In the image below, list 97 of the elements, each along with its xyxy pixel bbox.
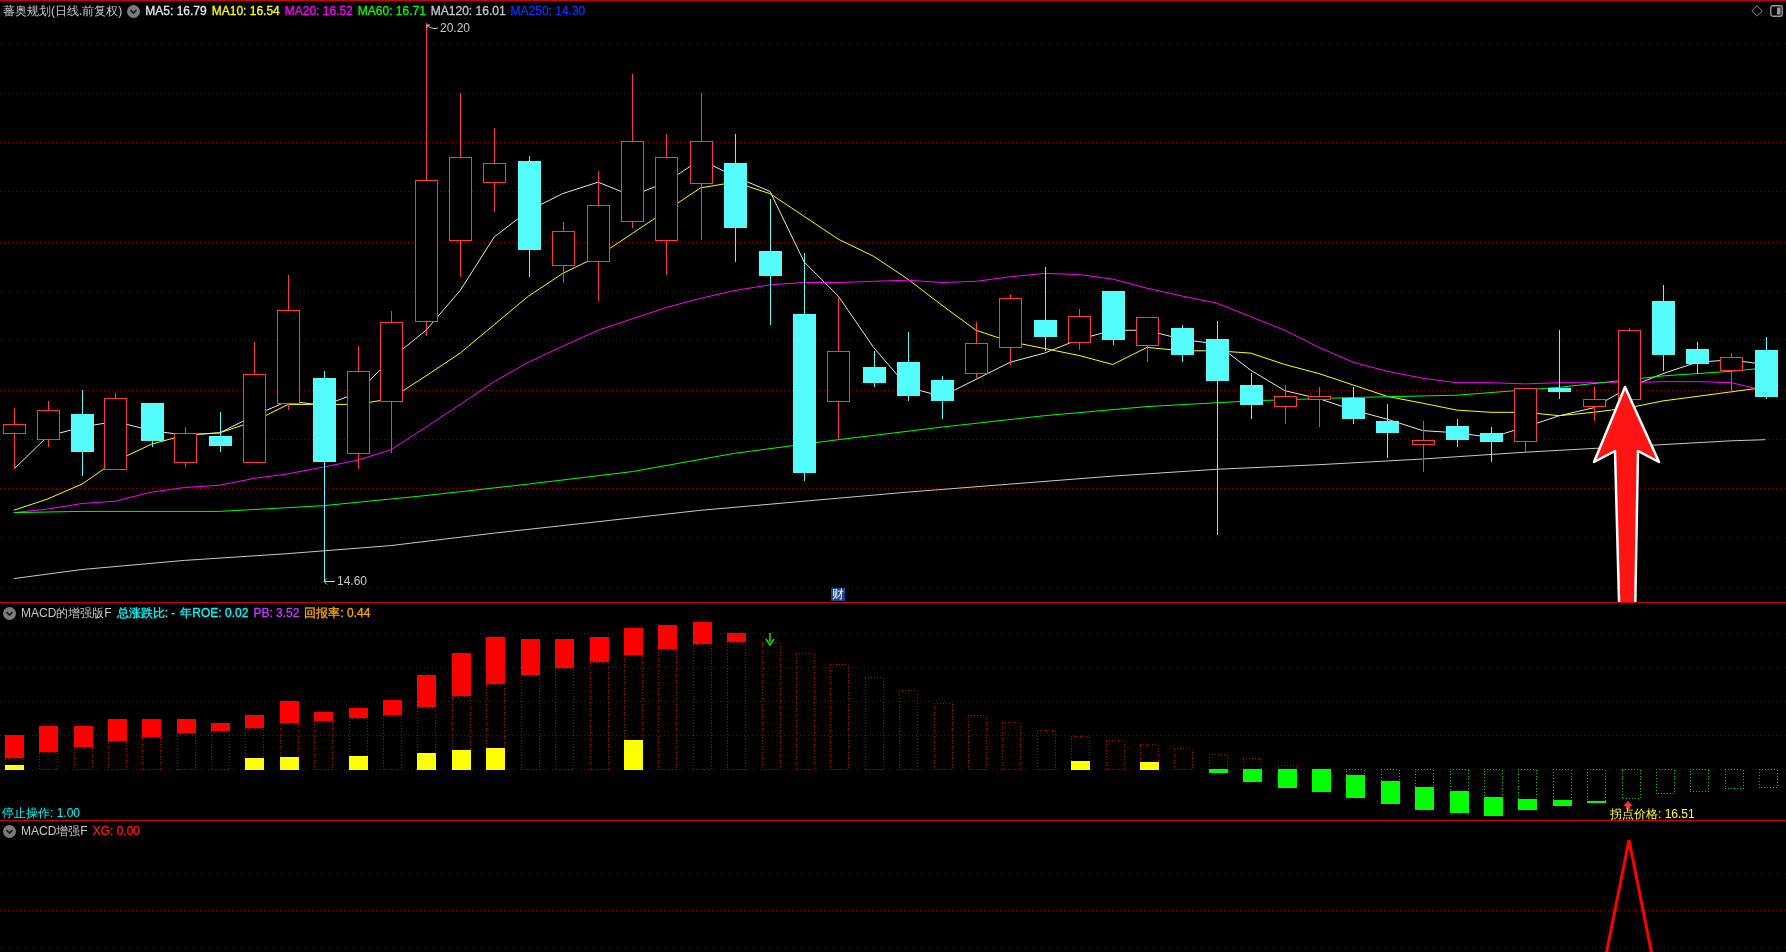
high-price-label: 20.20 (440, 21, 471, 35)
macd-bar (1242, 758, 1262, 782)
indicator-reading: 总涨跌比: - (116, 605, 176, 622)
moving-average-reading: MA60: 16.71 (357, 3, 426, 20)
macd-bar (967, 715, 987, 770)
candlestick (999, 293, 1022, 365)
indicator-bar (4, 765, 24, 770)
macd-bar (1724, 769, 1744, 789)
candlestick (1446, 418, 1469, 447)
macd-bar (210, 723, 230, 770)
indicator-reading: 回报率: 0.44 (304, 605, 371, 622)
down-arrow-icon (765, 632, 775, 647)
indicator-bar (348, 756, 368, 770)
macd-bar (382, 700, 402, 770)
macd-bar (1277, 765, 1297, 788)
macd-bar (1621, 769, 1641, 799)
candlestick (1342, 386, 1365, 425)
candlestick (1583, 386, 1606, 422)
indicator-bar (1070, 761, 1090, 770)
indicator-title: MACD增强F (21, 823, 88, 840)
indicator-bar (485, 748, 505, 770)
macd-bar (38, 726, 58, 770)
macd-bar (1173, 748, 1193, 770)
candlestick (1755, 336, 1778, 400)
candlestick (1412, 420, 1435, 473)
indicator-reading: PB: 3.52 (253, 605, 300, 622)
chevron-down-icon[interactable] (3, 606, 16, 620)
macd-bar (107, 719, 127, 770)
diamond-icon[interactable] (1751, 5, 1763, 17)
macd-bar (933, 703, 953, 770)
macd-bar (1758, 769, 1778, 788)
macd-bar (73, 726, 93, 770)
macd-bar (1345, 769, 1365, 798)
moving-average-reading: MA10: 16.54 (211, 3, 280, 20)
candlestick (1068, 308, 1091, 351)
macd-bar (1001, 722, 1021, 770)
candlestick (897, 331, 920, 402)
moving-average-reading: MA5: 16.79 (145, 3, 207, 20)
pivot-price-label: 拐点价格: 16.51 (1610, 806, 1695, 822)
up-arrow-icon (1623, 801, 1633, 809)
candlestick (1720, 352, 1743, 394)
macd-bar (1483, 769, 1503, 816)
candlestick (1274, 384, 1297, 425)
candlestick (1548, 329, 1571, 400)
candlestick (1376, 403, 1399, 459)
candlestick (1480, 426, 1503, 463)
moving-average-reading: MA120: 16.01 (430, 3, 506, 20)
candlestick (1308, 386, 1331, 428)
macd-bar (1311, 769, 1331, 792)
macd-bar (1105, 740, 1125, 770)
chart-title: 蕃奥规划(日线.前复权) (3, 3, 123, 20)
stop-operation-label: 停止操作: 1.00 (2, 805, 81, 821)
candlestick (174, 426, 197, 468)
macd-bar (1586, 769, 1606, 803)
low-price-label: 14.60 (337, 574, 368, 588)
candlestick (965, 321, 988, 379)
candlestick (1102, 290, 1125, 346)
indicator-reading: XG: 0.00 (92, 823, 141, 840)
macd-bar (1689, 769, 1709, 792)
macd-bar (1449, 769, 1469, 813)
candlestick (931, 375, 954, 420)
macd-bar (141, 719, 161, 770)
candlestick (3, 407, 26, 470)
macd-bar (1208, 754, 1228, 773)
candlestick (209, 411, 232, 453)
macd-bar (1552, 769, 1572, 806)
panel-toggle-icon[interactable] (1770, 5, 1783, 17)
macd-bar (1414, 769, 1434, 810)
indicator-bar (451, 750, 471, 770)
indicator-reading: 年ROE: 0.02 (180, 605, 249, 622)
macd-bar (1517, 769, 1537, 810)
indicator-bar (416, 753, 436, 770)
macd-bar (313, 712, 333, 770)
candlestick (1514, 387, 1537, 453)
candlestick (1136, 316, 1159, 363)
indicator-title: MACD的增强版F (21, 605, 112, 622)
candlestick (552, 221, 575, 283)
indicator-bar (244, 758, 264, 770)
moving-average-reading: MA20: 16.52 (284, 3, 353, 20)
candlestick (141, 402, 164, 447)
moving-average-reading: MA250: 14.30 (510, 3, 586, 20)
macd-bar (176, 719, 196, 770)
candlestick (37, 400, 60, 447)
candlestick (1686, 341, 1709, 375)
indicator-bar (1139, 762, 1159, 770)
finance-badge[interactable]: 财 (831, 588, 845, 601)
pointer-arrow-icon (323, 576, 336, 586)
macd-bar (1036, 730, 1056, 770)
macd-bar (1655, 769, 1675, 794)
candlestick (1171, 324, 1194, 363)
indicator-bar (623, 740, 643, 770)
chevron-down-icon[interactable] (127, 4, 141, 18)
indicator-bar (279, 757, 299, 770)
candlestick (863, 350, 886, 388)
macd-bar (1380, 769, 1400, 804)
chevron-down-icon[interactable] (3, 824, 16, 838)
candlestick (1240, 372, 1263, 420)
